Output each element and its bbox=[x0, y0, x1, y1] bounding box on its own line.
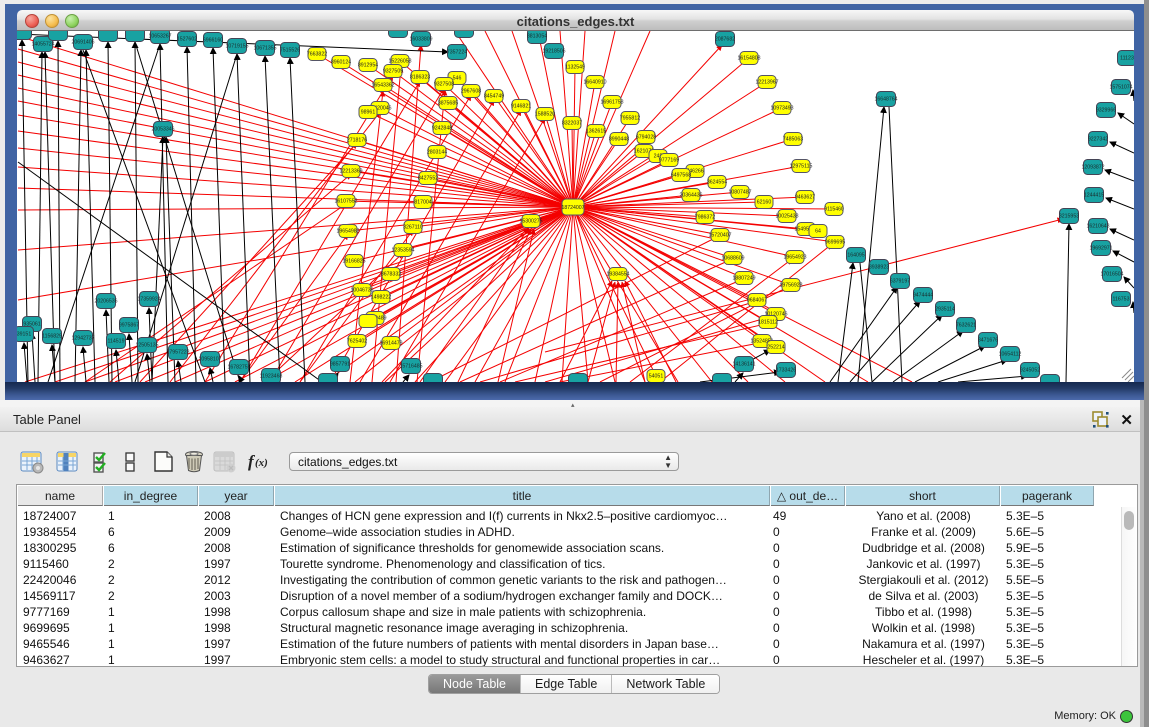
svg-text:(x): (x) bbox=[255, 457, 268, 469]
